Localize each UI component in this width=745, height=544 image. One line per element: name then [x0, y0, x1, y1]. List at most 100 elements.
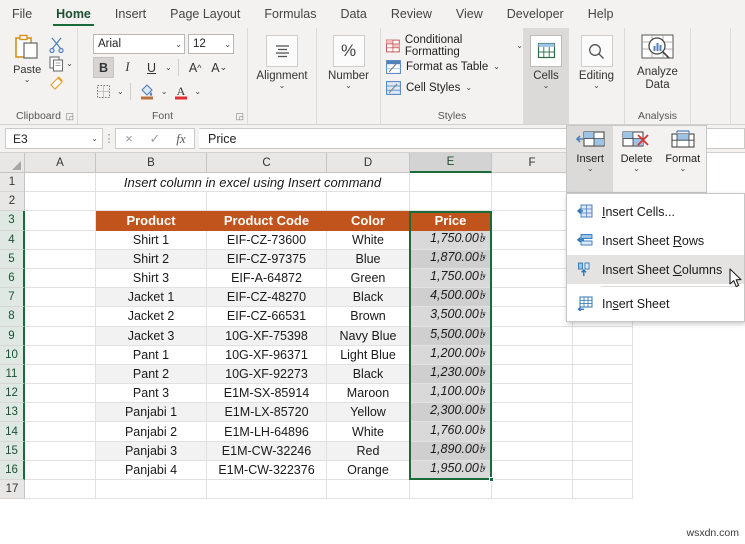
cell-color[interactable]: Light Blue: [327, 345, 410, 365]
tab-review[interactable]: Review: [379, 0, 444, 28]
cell-color[interactable]: Black: [327, 288, 410, 308]
cell-product-code[interactable]: EIF-CZ-66531: [207, 307, 327, 327]
cells-button[interactable]: Cells ⌄: [524, 31, 568, 90]
cell-color[interactable]: Brown: [327, 307, 410, 327]
cell-d17[interactable]: [327, 480, 410, 500]
cell-f1[interactable]: [492, 173, 573, 193]
name-box[interactable]: E3 ⌄: [5, 128, 103, 149]
cell-color[interactable]: Blue: [327, 249, 410, 269]
tab-data[interactable]: Data: [328, 0, 378, 28]
cell-a13[interactable]: [25, 403, 96, 423]
editing-button[interactable]: Editing ⌄: [569, 31, 624, 90]
number-chevron-down-icon[interactable]: ⌄: [345, 82, 352, 90]
paste-chevron-down-icon[interactable]: ⌄: [24, 76, 31, 84]
insert-chevron-down-icon[interactable]: ⌄: [587, 165, 594, 173]
cell-f8[interactable]: [492, 307, 573, 327]
cell-f10[interactable]: [492, 345, 573, 365]
cell-product[interactable]: Shirt 2: [96, 249, 207, 269]
cell-f15[interactable]: [492, 441, 573, 461]
format-split-button[interactable]: Format ⌄: [660, 126, 706, 192]
cell-f13[interactable]: [492, 403, 573, 423]
table-header-price[interactable]: Price: [410, 211, 492, 231]
cell-f6[interactable]: [492, 268, 573, 289]
row-header-3[interactable]: 3: [0, 211, 25, 231]
increase-font-size-button[interactable]: A ^: [185, 57, 206, 78]
cell-g17[interactable]: [573, 480, 633, 500]
menu-item-insert-sheet-columns[interactable]: Insert Sheet Columns: [567, 255, 744, 284]
cell-f16[interactable]: [492, 460, 573, 480]
font-name-chevron-down-icon[interactable]: ⌄: [175, 40, 182, 48]
row-header-9[interactable]: 9: [0, 326, 25, 346]
cell-price[interactable]: 1,890.00৳: [410, 441, 492, 461]
row-header-8[interactable]: 8: [0, 307, 25, 327]
cells-chevron-down-icon[interactable]: ⌄: [543, 82, 550, 90]
tab-file[interactable]: File: [0, 0, 44, 28]
column-header-a[interactable]: A: [25, 153, 96, 173]
cell-color[interactable]: White: [327, 422, 410, 442]
alignment-chevron-down-icon[interactable]: ⌄: [279, 82, 286, 90]
row-header-15[interactable]: 15: [0, 441, 25, 461]
cell-product[interactable]: Jacket 3: [96, 326, 207, 346]
cell-f12[interactable]: [492, 384, 573, 404]
cell-price[interactable]: 1,870.00৳: [410, 249, 492, 269]
format-as-table-button[interactable]: Format as Table ⌄: [381, 56, 500, 77]
cell-product[interactable]: Pant 3: [96, 384, 207, 404]
cell-d2[interactable]: [327, 192, 410, 212]
select-all-corner[interactable]: [0, 153, 25, 173]
menu-item-insert-cells[interactable]: Insert Cells...: [567, 197, 744, 226]
cell-a8[interactable]: [25, 307, 96, 327]
cell-styles-button[interactable]: Cell Styles ⌄: [381, 77, 472, 98]
row-header-16[interactable]: 16: [0, 460, 25, 480]
insert-function-button[interactable]: fx: [168, 129, 194, 148]
cell-price[interactable]: 1,200.00৳: [410, 345, 492, 365]
format-painter-button[interactable]: [48, 74, 73, 91]
alignment-button[interactable]: Alignment ⌄: [248, 31, 316, 90]
cell-product-code[interactable]: EIF-CZ-97375: [207, 249, 327, 269]
cell-c17[interactable]: [207, 480, 327, 500]
row-header-12[interactable]: 12: [0, 384, 25, 404]
borders-button[interactable]: [93, 81, 114, 102]
font-size-chevron-down-icon[interactable]: ⌄: [224, 40, 231, 48]
cell-product[interactable]: Jacket 2: [96, 307, 207, 327]
cell-product[interactable]: Jacket 1: [96, 288, 207, 308]
format-chevron-down-icon[interactable]: ⌄: [679, 165, 686, 173]
cell-product[interactable]: Panjabi 3: [96, 441, 207, 461]
cell-color[interactable]: Red: [327, 441, 410, 461]
copy-button[interactable]: ⌄: [48, 55, 73, 72]
tab-view[interactable]: View: [444, 0, 495, 28]
cell-product-code[interactable]: 10G-XF-92273: [207, 364, 327, 385]
cell-color[interactable]: Maroon: [327, 384, 410, 404]
cell-price[interactable]: 5,500.00৳: [410, 326, 492, 346]
row-header-17[interactable]: 17: [0, 480, 25, 500]
cell-e1[interactable]: [410, 173, 492, 193]
font-name-combo[interactable]: Arial ⌄: [93, 34, 185, 54]
cell-f17[interactable]: [492, 480, 573, 500]
cell-styles-chevron-down-icon[interactable]: ⌄: [465, 84, 472, 92]
conditional-formatting-chevron-down-icon[interactable]: ⌄: [516, 42, 523, 50]
cell-product-code[interactable]: E1M-LH-64896: [207, 422, 327, 442]
cell-product-code[interactable]: EIF-A-64872: [207, 268, 327, 289]
cell-f11[interactable]: [492, 364, 573, 385]
table-header-product[interactable]: Product: [96, 211, 207, 231]
cell-price[interactable]: 1,100.00৳: [410, 384, 492, 404]
cell-price[interactable]: 1,760.00৳: [410, 422, 492, 442]
menu-item-insert-sheet[interactable]: Insert Sheet: [567, 289, 744, 318]
editing-chevron-down-icon[interactable]: ⌄: [593, 82, 600, 90]
row-header-6[interactable]: 6: [0, 268, 25, 289]
cell-g11[interactable]: [573, 364, 633, 385]
column-header-e[interactable]: E: [410, 153, 492, 173]
cell-f14[interactable]: [492, 422, 573, 442]
cell-product[interactable]: Pant 2: [96, 364, 207, 385]
fill-color-button[interactable]: [137, 81, 158, 102]
cell-a2[interactable]: [25, 192, 96, 212]
row-header-10[interactable]: 10: [0, 345, 25, 365]
cell-g15[interactable]: [573, 441, 633, 461]
row-header-13[interactable]: 13: [0, 403, 25, 423]
cell-c2[interactable]: [207, 192, 327, 212]
cell-product[interactable]: Panjabi 2: [96, 422, 207, 442]
row-header-7[interactable]: 7: [0, 288, 25, 308]
row-header-4[interactable]: 4: [0, 230, 25, 250]
cell-a4[interactable]: [25, 230, 96, 250]
row-header-5[interactable]: 5: [0, 249, 25, 269]
cell-price[interactable]: 1,950.00৳: [410, 460, 492, 480]
